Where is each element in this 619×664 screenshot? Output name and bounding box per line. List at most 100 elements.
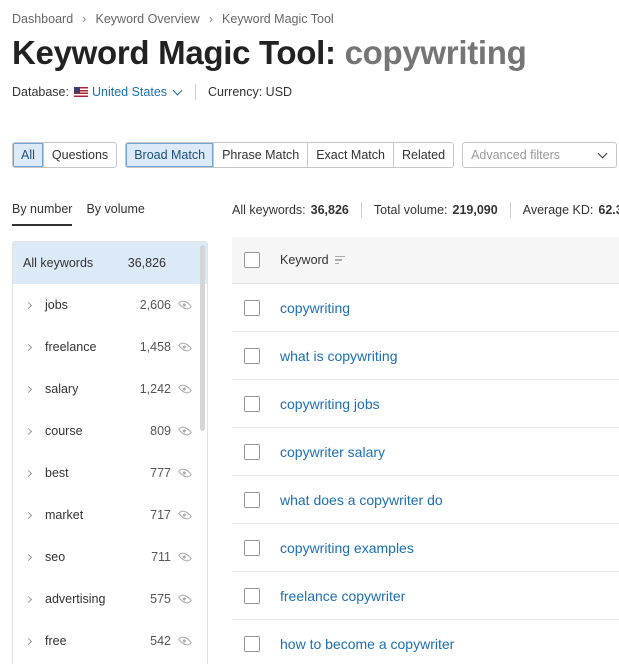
eye-icon[interactable] <box>177 633 193 649</box>
eye-icon[interactable] <box>177 549 193 565</box>
eye-icon[interactable] <box>177 381 193 397</box>
table-row: what is copywriting <box>232 332 619 380</box>
row-checkbox[interactable] <box>244 443 260 460</box>
us-flag-icon <box>73 87 88 97</box>
chevron-right-icon[interactable] <box>24 637 33 645</box>
table-row: how to become a copywriter <box>232 620 619 664</box>
row-checkbox[interactable] <box>244 635 260 652</box>
sort-icon[interactable] <box>334 254 345 266</box>
sidebar-item-count: 1,458 <box>139 340 171 354</box>
sidebar-item-count: 36,826 <box>127 256 166 270</box>
sidebar-item-label: All keywords <box>23 256 94 270</box>
database-label: Database: <box>12 85 69 99</box>
sidebar-item-label: seo <box>45 550 66 564</box>
sidebar-item-label: salary <box>45 382 79 396</box>
breadcrumb-current: Keyword Magic Tool <box>222 11 334 26</box>
tab-related[interactable]: Related <box>392 143 454 167</box>
row-checkbox[interactable] <box>244 299 260 316</box>
chevron-right-icon[interactable] <box>24 469 33 477</box>
sidebar-item-jobs[interactable]: jobs 2,606 <box>13 284 207 326</box>
breadcrumb-dashboard[interactable]: Dashboard <box>12 12 73 26</box>
sidebar-item-course[interactable]: course 809 <box>13 410 207 452</box>
sidebar-item-best[interactable]: best 777 <box>13 452 207 494</box>
chevron-right-icon[interactable] <box>24 427 33 435</box>
keyword-link[interactable]: copywriter salary <box>280 444 385 460</box>
sidebar-item-label: jobs <box>45 298 68 312</box>
breadcrumb-keyword-overview[interactable]: Keyword Overview <box>96 12 200 26</box>
eye-icon[interactable] <box>177 507 193 523</box>
eye-icon[interactable] <box>177 591 193 607</box>
sidebar-item-count: 1,242 <box>139 382 171 396</box>
eye-icon[interactable] <box>177 423 193 439</box>
tab-all[interactable]: All <box>13 143 43 167</box>
keyword-link[interactable]: what does a copywriter do <box>280 492 443 508</box>
total-volume-stat-value: 219,090 <box>452 203 498 217</box>
tab-phrase-match[interactable]: Phrase Match <box>213 143 308 167</box>
chevron-right-icon[interactable] <box>24 511 33 519</box>
sidebar-item-seo[interactable]: seo 711 <box>13 536 207 578</box>
chevron-right-icon[interactable] <box>24 301 33 309</box>
tab-broad-match[interactable]: Broad Match <box>126 143 214 167</box>
advanced-filters-label: Advanced filters <box>471 148 560 162</box>
keyword-link[interactable]: what is copywriting <box>280 348 398 364</box>
average-kd-stat-value: 62.39 <box>598 203 619 217</box>
keyword-table: Keyword copywriting what is copywriting … <box>232 237 619 664</box>
keyword-groups-sidebar: All keywords 36,826 jobs 2,606 freelance… <box>12 241 208 664</box>
chevron-right-icon[interactable] <box>24 595 33 603</box>
tab-by-volume[interactable]: By volume <box>86 202 144 226</box>
sidebar-item-label: freelance <box>45 340 97 354</box>
table-row: copywriting jobs <box>232 380 619 428</box>
chevron-right-icon[interactable] <box>24 553 33 561</box>
sidebar-item-label: market <box>45 508 84 522</box>
chevron-right-icon[interactable] <box>24 343 33 351</box>
sidebar-item-advertising[interactable]: advertising 575 <box>13 578 207 620</box>
average-kd-stat-label: Average KD: <box>522 203 594 217</box>
chevron-down-icon[interactable] <box>172 85 183 95</box>
filter-bar: All Questions Broad Match Phrase Match E… <box>12 142 618 168</box>
sidebar-item-freelance[interactable]: freelance 1,458 <box>13 326 207 368</box>
match-tab-group: Broad Match Phrase Match Exact Match Rel… <box>125 142 455 168</box>
tab-questions[interactable]: Questions <box>42 143 117 167</box>
eye-icon[interactable] <box>177 339 193 355</box>
keyword-link[interactable]: copywriting <box>280 300 350 316</box>
sidebar-item-label: course <box>45 424 83 438</box>
tab-by-number[interactable]: By number <box>12 202 73 226</box>
divider <box>509 202 511 218</box>
database-selector[interactable]: United States <box>92 85 167 99</box>
eye-icon[interactable] <box>177 465 193 481</box>
breadcrumb: Dashboard › Keyword Overview › Keyword M… <box>12 11 334 26</box>
row-checkbox[interactable] <box>244 491 260 508</box>
keyword-link[interactable]: copywriting jobs <box>280 396 380 412</box>
all-keywords-stat-value: 36,826 <box>310 203 349 217</box>
currency-label: Currency: USD <box>208 85 293 99</box>
row-checkbox[interactable] <box>244 395 260 412</box>
keyword-column-header[interactable]: Keyword <box>280 253 329 267</box>
sidebar-item-label: best <box>45 466 69 480</box>
summary-stats: All keywords: 36,826 Total volume: 219,0… <box>232 202 619 218</box>
sidebar-item-market[interactable]: market 717 <box>13 494 207 536</box>
sidebar-item-salary[interactable]: salary 1,242 <box>13 368 207 410</box>
eye-icon[interactable] <box>177 297 193 313</box>
row-checkbox[interactable] <box>244 347 260 364</box>
tab-exact-match[interactable]: Exact Match <box>307 143 393 167</box>
chevron-right-icon[interactable] <box>24 385 33 393</box>
sidebar-item-count: 575 <box>150 592 171 606</box>
sidebar-item-free[interactable]: free 542 <box>13 620 207 662</box>
table-row: freelance copywriter <box>232 572 619 620</box>
table-row: copywriting examples <box>232 524 619 572</box>
keyword-link[interactable]: copywriting examples <box>280 540 414 556</box>
sidebar-scrollbar[interactable] <box>200 245 205 431</box>
keyword-link[interactable]: how to become a copywriter <box>280 636 454 652</box>
total-volume-stat-label: Total volume: <box>373 203 448 217</box>
sidebar-item-label: advertising <box>45 592 106 606</box>
page-title-query: copywriting <box>344 34 527 71</box>
advanced-filters-dropdown[interactable]: Advanced filters <box>462 142 618 168</box>
select-all-checkbox[interactable] <box>244 252 260 268</box>
row-checkbox[interactable] <box>244 539 260 556</box>
keyword-link[interactable]: freelance copywriter <box>280 588 405 604</box>
sidebar-item-count: 717 <box>150 508 171 522</box>
sidebar-item-all-keywords[interactable]: All keywords 36,826 <box>13 242 207 284</box>
row-checkbox[interactable] <box>244 587 260 604</box>
group-sort-tabs: By number By volume <box>12 202 159 226</box>
sidebar-item-count: 777 <box>150 466 171 480</box>
